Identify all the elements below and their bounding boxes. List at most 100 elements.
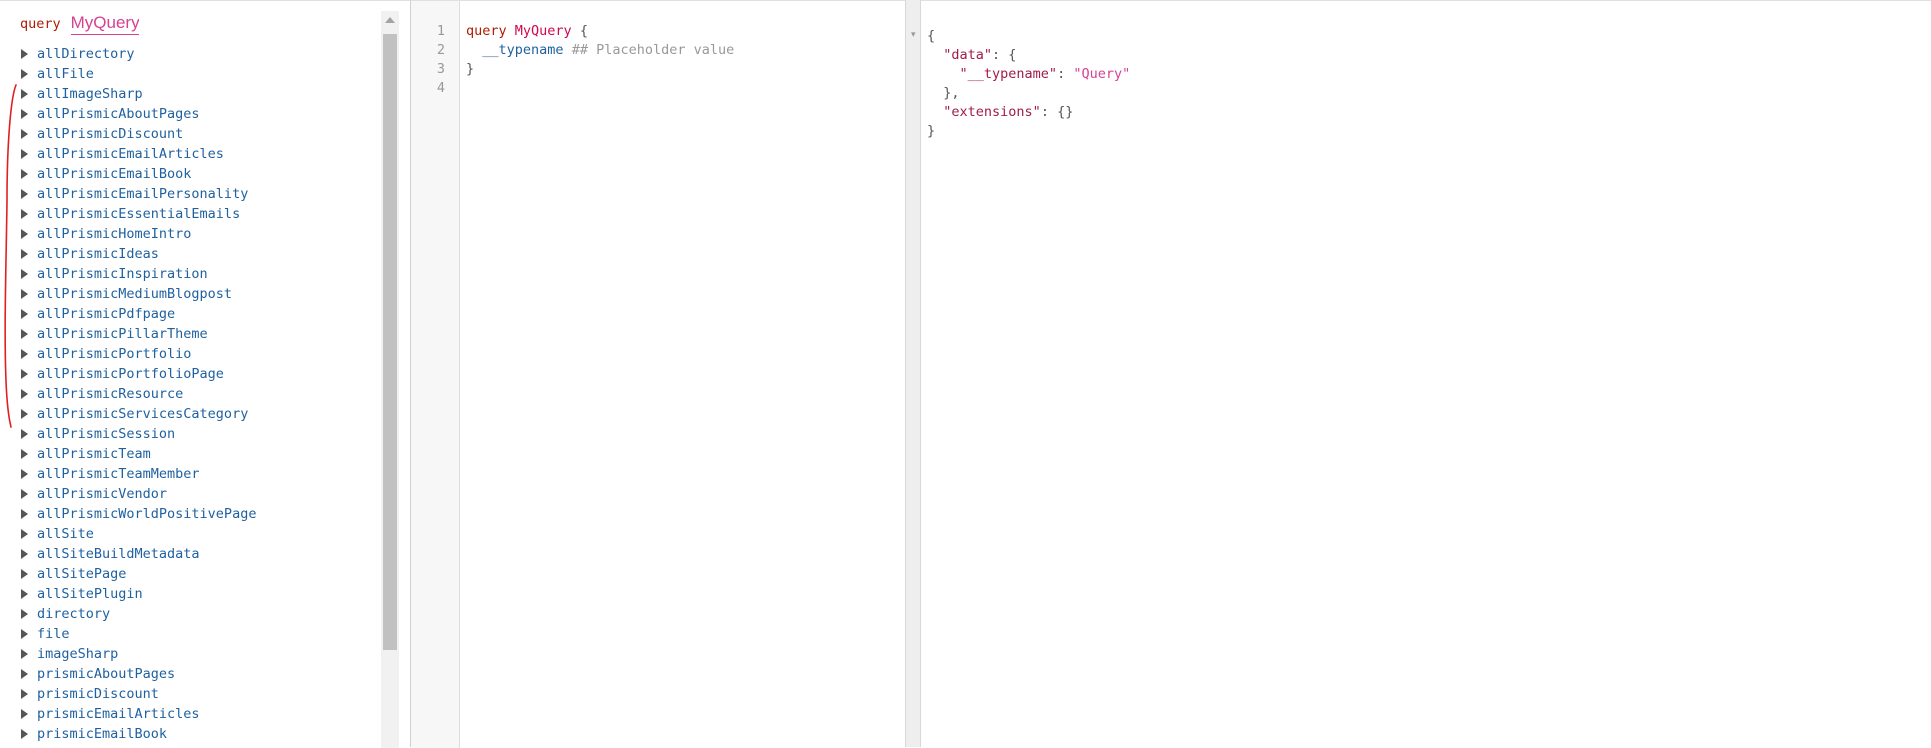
explorer-field-item[interactable]: prismicAboutPages (20, 664, 380, 684)
expand-arrow-icon[interactable] (21, 469, 28, 479)
field-name: allPrismicDiscount (37, 126, 184, 142)
expand-arrow-icon[interactable] (21, 269, 28, 279)
expand-arrow-icon[interactable] (21, 349, 28, 359)
explorer-field-item[interactable]: allPrismicEmailPersonality (20, 184, 380, 204)
expand-arrow-icon[interactable] (21, 529, 28, 539)
query-keyword: query (466, 23, 507, 39)
expand-arrow-icon[interactable] (21, 549, 28, 559)
line-number: 4 (436, 80, 445, 96)
expand-arrow-icon[interactable] (21, 369, 28, 379)
explorer-field-item[interactable]: allDirectory (20, 44, 380, 64)
expand-arrow-icon[interactable] (21, 209, 28, 219)
expand-arrow-icon[interactable] (21, 729, 28, 739)
explorer-field-item[interactable]: allPrismicMediumBlogpost (20, 284, 380, 304)
explorer-field-item[interactable]: allPrismicEssentialEmails (20, 204, 380, 224)
explorer-field-item[interactable]: allSiteBuildMetadata (20, 544, 380, 564)
field-name: allDirectory (37, 46, 135, 62)
expand-arrow-icon[interactable] (21, 589, 28, 599)
result-line: "extensions": {} (927, 103, 1073, 122)
scroll-thumb[interactable] (383, 34, 397, 650)
explorer-field-item[interactable]: allPrismicResource (20, 384, 380, 404)
expand-arrow-icon[interactable] (21, 389, 28, 399)
expand-arrow-icon[interactable] (21, 629, 28, 639)
expand-arrow-icon[interactable] (21, 109, 28, 119)
expand-arrow-icon[interactable] (21, 309, 28, 319)
expand-arrow-icon[interactable] (21, 69, 28, 79)
explorer-field-item[interactable]: allSite (20, 524, 380, 544)
explorer-field-item[interactable]: allPrismicSession (20, 424, 380, 444)
explorer-field-item[interactable]: directory (20, 604, 380, 624)
field-name: allPrismicHomeIntro (37, 226, 192, 242)
expand-arrow-icon[interactable] (21, 149, 28, 159)
explorer-scrollbar[interactable] (381, 11, 399, 748)
fold-toggle-icon[interactable]: ▾ (911, 30, 916, 40)
expand-arrow-icon[interactable] (21, 429, 28, 439)
explorer-field-item[interactable]: prismicEmailArticles (20, 704, 380, 724)
expand-arrow-icon[interactable] (21, 669, 28, 679)
explorer-field-item[interactable]: file (20, 624, 380, 644)
explorer-field-item[interactable]: allPrismicVendor (20, 484, 380, 504)
expand-arrow-icon[interactable] (21, 689, 28, 699)
explorer-field-item[interactable]: allPrismicPillarTheme (20, 324, 380, 344)
editor-result-divider[interactable]: ▾ (905, 0, 921, 747)
expand-arrow-icon[interactable] (21, 569, 28, 579)
query-editor[interactable]: 1 2 3 4 query MyQuery { __typename ## Pl… (410, 0, 905, 748)
explorer-field-item[interactable]: allFile (20, 64, 380, 84)
expand-arrow-icon[interactable] (21, 129, 28, 139)
code-line-2[interactable]: __typename ## Placeholder value (466, 41, 734, 60)
explorer-field-item[interactable]: allPrismicHomeIntro (20, 224, 380, 244)
expand-arrow-icon[interactable] (21, 289, 28, 299)
scroll-up-arrow-icon[interactable] (385, 17, 395, 23)
field-name: directory (37, 606, 111, 622)
field-name: allSite (37, 526, 94, 542)
field-name: file (37, 626, 70, 642)
explorer-field-item[interactable]: allPrismicTeam (20, 444, 380, 464)
expand-arrow-icon[interactable] (21, 169, 28, 179)
explorer-field-item[interactable]: allPrismicPdfpage (20, 304, 380, 324)
code-line-3[interactable]: } (466, 60, 474, 79)
explorer-field-item[interactable]: allPrismicIdeas (20, 244, 380, 264)
explorer-field-item[interactable]: allPrismicEmailArticles (20, 144, 380, 164)
explorer-field-item[interactable]: prismicDiscount (20, 684, 380, 704)
field-name: allPrismicEmailPersonality (37, 186, 249, 202)
expand-arrow-icon[interactable] (21, 189, 28, 199)
explorer-field-item[interactable]: allPrismicAboutPages (20, 104, 380, 124)
placeholder-comment: ## Placeholder value (571, 42, 735, 58)
expand-arrow-icon[interactable] (21, 249, 28, 259)
explorer-field-item[interactable]: allPrismicInspiration (20, 264, 380, 284)
json-punct: : (1057, 66, 1074, 82)
json-open-brace: { (927, 28, 936, 44)
expand-arrow-icon[interactable] (21, 329, 28, 339)
explorer-field-item[interactable]: allPrismicTeamMember (20, 464, 380, 484)
explorer-field-item[interactable]: allPrismicPortfolio (20, 344, 380, 364)
explorer-field-item[interactable]: allPrismicEmailBook (20, 164, 380, 184)
expand-arrow-icon[interactable] (21, 49, 28, 59)
expand-arrow-icon[interactable] (21, 89, 28, 99)
explorer-field-item[interactable]: allPrismicPortfolioPage (20, 364, 380, 384)
operation-name-input[interactable]: MyQuery (70, 13, 139, 35)
expand-arrow-icon[interactable] (21, 489, 28, 499)
explorer-field-item[interactable]: allPrismicWorldPositivePage (20, 504, 380, 524)
expand-arrow-icon[interactable] (21, 649, 28, 659)
explorer-field-item[interactable]: allPrismicDiscount (20, 124, 380, 144)
explorer-field-item[interactable]: allPrismicServicesCategory (20, 404, 380, 424)
json-typename-value: "Query" (1073, 66, 1131, 82)
explorer-field-item[interactable]: imageSharp (20, 644, 380, 664)
field-name: prismicEmailBook (37, 726, 168, 742)
expand-arrow-icon[interactable] (21, 229, 28, 239)
expand-arrow-icon[interactable] (21, 449, 28, 459)
explorer-field-item[interactable]: allSitePlugin (20, 584, 380, 604)
expand-arrow-icon[interactable] (21, 709, 28, 719)
explorer-field-item[interactable]: allImageSharp (20, 84, 380, 104)
line-number: 1 (436, 23, 445, 39)
expand-arrow-icon[interactable] (21, 409, 28, 419)
open-brace: { (579, 23, 588, 39)
explorer-field-item[interactable]: allSitePage (20, 564, 380, 584)
expand-arrow-icon[interactable] (21, 609, 28, 619)
json-punct: : { (992, 47, 1017, 63)
code-line-1[interactable]: query MyQuery { (466, 22, 588, 41)
explorer-field-item[interactable]: prismicEmailBook (20, 724, 380, 744)
field-name: allPrismicSession (37, 426, 176, 442)
result-line: } (927, 122, 935, 141)
expand-arrow-icon[interactable] (21, 509, 28, 519)
